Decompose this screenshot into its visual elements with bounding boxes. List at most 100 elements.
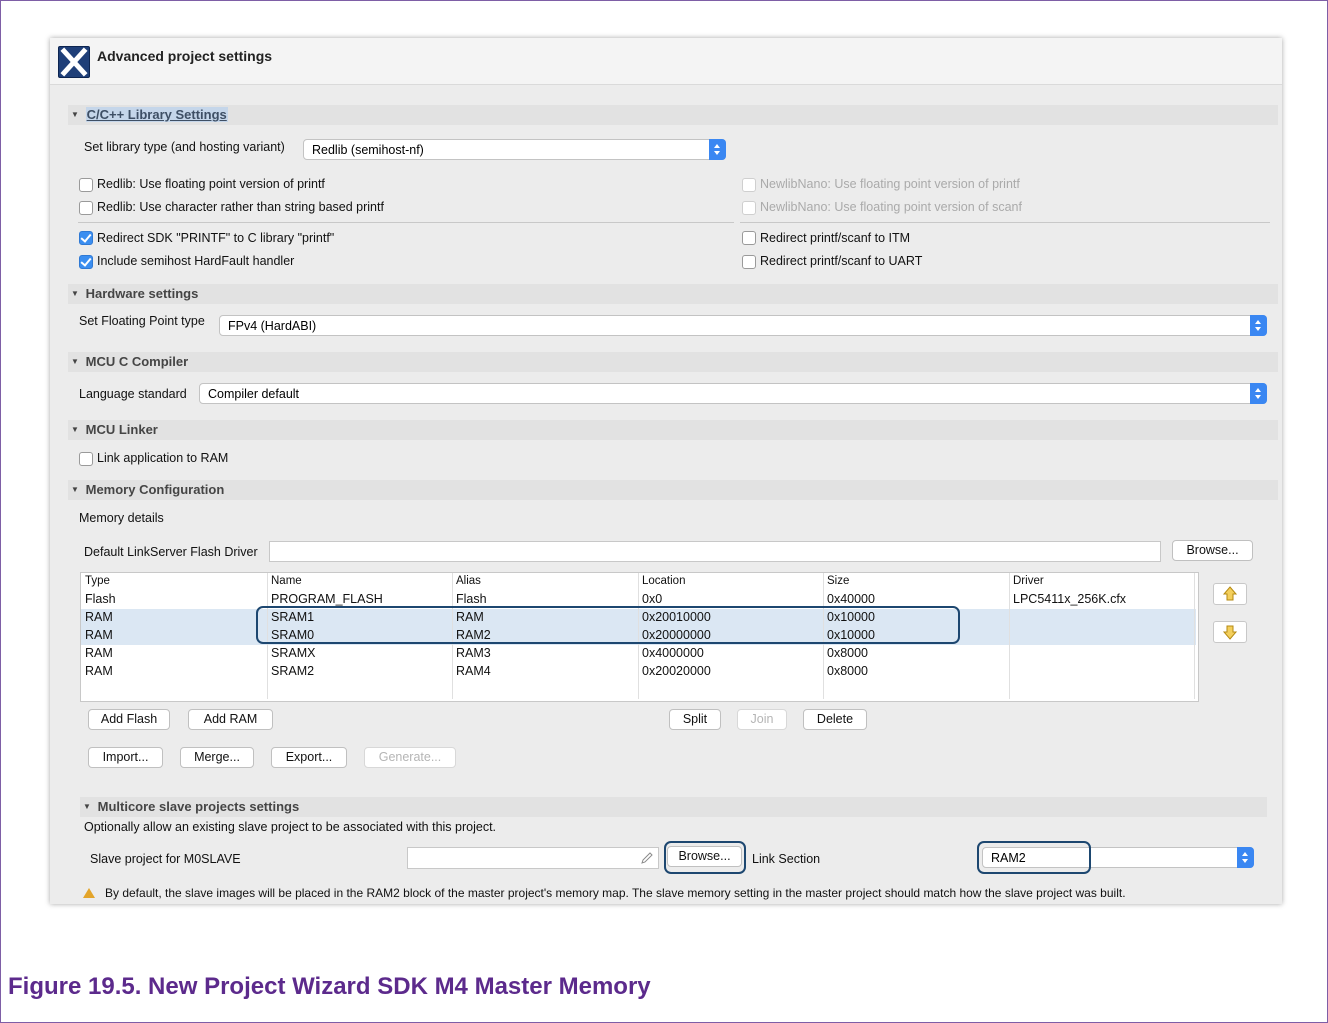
redlib-char-printf-checkbox[interactable] bbox=[79, 201, 93, 215]
newlibnano-float-printf-checkbox[interactable] bbox=[742, 178, 756, 192]
divider bbox=[78, 222, 734, 223]
collapse-triangle-icon: ▼ bbox=[71, 425, 79, 434]
delete-button[interactable]: Delete bbox=[803, 709, 867, 730]
library-type-value: Redlib (semihost-nf) bbox=[312, 143, 424, 157]
cell-size: 0x8000 bbox=[827, 664, 869, 678]
redirect-uart-label: Redirect printf/scanf to UART bbox=[760, 254, 923, 268]
newlibnano-float-scanf-label: NewlibNano: Use floating point version o… bbox=[760, 200, 1022, 214]
section-library-settings[interactable]: ▼ C/C++ Library Settings bbox=[68, 105, 1278, 125]
memory-details-label: Memory details bbox=[79, 511, 164, 525]
language-standard-select[interactable]: Compiler default bbox=[199, 383, 1267, 404]
link-section-label: Link Section bbox=[752, 852, 821, 866]
column-header-driver[interactable]: Driver bbox=[1013, 575, 1044, 587]
join-button[interactable]: Join bbox=[737, 709, 787, 730]
section-hardware-title: Hardware settings bbox=[85, 286, 199, 301]
language-standard-label: Language standard bbox=[79, 387, 187, 401]
select-arrows-icon bbox=[1250, 315, 1267, 336]
link-to-ram-checkbox[interactable] bbox=[79, 452, 93, 466]
language-standard-value: Compiler default bbox=[208, 387, 300, 401]
add-ram-button[interactable]: Add RAM bbox=[188, 709, 273, 730]
cell-location: 0x0 bbox=[642, 592, 663, 606]
collapse-triangle-icon: ▼ bbox=[71, 357, 79, 366]
flash-driver-browse-button[interactable]: Browse... bbox=[1172, 540, 1253, 561]
section-hardware-settings[interactable]: ▼ Hardware settings bbox=[68, 284, 1278, 304]
section-mcu-linker[interactable]: ▼ MCU Linker bbox=[68, 420, 1278, 440]
column-header-location[interactable]: Location bbox=[642, 575, 685, 587]
column-header-type[interactable]: Type bbox=[85, 575, 110, 587]
warning-icon bbox=[83, 888, 95, 898]
slave-memory-note: By default, the slave images will be pla… bbox=[105, 886, 1126, 900]
split-button[interactable]: Split bbox=[669, 709, 721, 730]
redlib-float-printf-label: Redlib: Use floating point version of pr… bbox=[97, 177, 325, 191]
newlibnano-float-scanf-checkbox[interactable] bbox=[742, 201, 756, 215]
redirect-uart-checkbox[interactable] bbox=[742, 255, 756, 269]
column-header-size[interactable]: Size bbox=[827, 575, 849, 587]
arrow-up-icon bbox=[1222, 586, 1238, 601]
highlight-callout bbox=[977, 841, 1091, 874]
library-type-select[interactable]: Redlib (semihost-nf) bbox=[303, 139, 726, 160]
redlib-char-printf-label: Redlib: Use character rather than string… bbox=[97, 200, 384, 214]
flash-driver-label: Default LinkServer Flash Driver bbox=[84, 545, 258, 559]
column-header-name[interactable]: Name bbox=[271, 575, 302, 587]
redirect-itm-checkbox[interactable] bbox=[742, 231, 756, 245]
collapse-triangle-icon: ▼ bbox=[71, 485, 79, 494]
cell-alias: RAM3 bbox=[456, 646, 491, 660]
cell-name: SRAMX bbox=[271, 646, 316, 660]
cell-location: 0x4000000 bbox=[642, 646, 704, 660]
cell-type: RAM bbox=[85, 646, 113, 660]
section-memory-title: Memory Configuration bbox=[85, 482, 225, 497]
redirect-sdk-printf-checkbox[interactable] bbox=[79, 231, 93, 245]
cell-name: PROGRAM_FLASH bbox=[271, 592, 383, 606]
flash-driver-input[interactable] bbox=[269, 541, 1161, 562]
select-arrows-icon bbox=[709, 139, 726, 160]
section-multicore-title: Multicore slave projects settings bbox=[97, 799, 300, 814]
import-button[interactable]: Import... bbox=[88, 747, 163, 768]
cell-alias: Flash bbox=[456, 592, 487, 606]
highlight-callout bbox=[256, 606, 960, 644]
move-up-button[interactable] bbox=[1213, 583, 1247, 605]
section-multicore-slave[interactable]: ▼ Multicore slave projects settings bbox=[80, 797, 1267, 817]
column-divider bbox=[1194, 573, 1195, 699]
section-memory-configuration[interactable]: ▼ Memory Configuration bbox=[68, 480, 1278, 500]
mcuxpresso-logo-icon bbox=[58, 46, 90, 78]
library-type-label: Set library type (and hosting variant) bbox=[84, 140, 285, 154]
cell-driver: LPC5411x_256K.cfx bbox=[1013, 592, 1127, 606]
section-mcu-c-compiler[interactable]: ▼ MCU C Compiler bbox=[68, 352, 1278, 372]
column-divider bbox=[1009, 573, 1010, 699]
merge-button[interactable]: Merge... bbox=[180, 747, 254, 768]
section-library-title: C/C++ Library Settings bbox=[85, 107, 228, 122]
generate-button[interactable]: Generate... bbox=[364, 747, 456, 768]
cell-alias: RAM4 bbox=[456, 664, 491, 678]
dialog-title: Advanced project settings bbox=[97, 48, 273, 64]
slave-project-input[interactable] bbox=[407, 847, 659, 869]
fp-type-label: Set Floating Point type bbox=[79, 314, 205, 328]
move-down-button[interactable] bbox=[1213, 621, 1247, 643]
export-button[interactable]: Export... bbox=[271, 747, 347, 768]
divider bbox=[740, 222, 1270, 223]
cell-type: RAM bbox=[85, 664, 113, 678]
redlib-float-printf-checkbox[interactable] bbox=[79, 178, 93, 192]
include-hardfault-label: Include semihost HardFault handler bbox=[97, 254, 295, 268]
select-arrows-icon bbox=[1250, 383, 1267, 404]
column-header-alias[interactable]: Alias bbox=[456, 575, 481, 587]
section-linker-title: MCU Linker bbox=[85, 422, 158, 437]
advanced-project-settings-dialog: Advanced project settings ▼ C/C++ Librar… bbox=[50, 38, 1282, 904]
fp-type-value: FPv4 (HardABI) bbox=[228, 319, 317, 333]
figure-caption: Figure 19.5. New Project Wizard SDK M4 M… bbox=[8, 973, 651, 1000]
collapse-triangle-icon: ▼ bbox=[83, 802, 91, 811]
section-compiler-title: MCU C Compiler bbox=[85, 354, 189, 369]
cell-size: 0x8000 bbox=[827, 646, 869, 660]
dialog-header: Advanced project settings bbox=[50, 38, 1282, 85]
cell-size: 0x40000 bbox=[827, 592, 875, 606]
fp-type-select[interactable]: FPv4 (HardABI) bbox=[219, 315, 1267, 336]
redirect-sdk-printf-label: Redirect SDK "PRINTF" to C library "prin… bbox=[97, 231, 335, 245]
slave-project-label: Slave project for M0SLAVE bbox=[90, 852, 241, 866]
include-hardfault-checkbox[interactable] bbox=[79, 255, 93, 269]
highlight-callout bbox=[664, 841, 746, 874]
redirect-itm-label: Redirect printf/scanf to ITM bbox=[760, 231, 911, 245]
collapse-triangle-icon: ▼ bbox=[71, 110, 79, 119]
link-to-ram-label: Link application to RAM bbox=[97, 451, 229, 465]
add-flash-button[interactable]: Add Flash bbox=[88, 709, 170, 730]
arrow-down-icon bbox=[1222, 625, 1238, 640]
cell-type: Flash bbox=[85, 592, 116, 606]
